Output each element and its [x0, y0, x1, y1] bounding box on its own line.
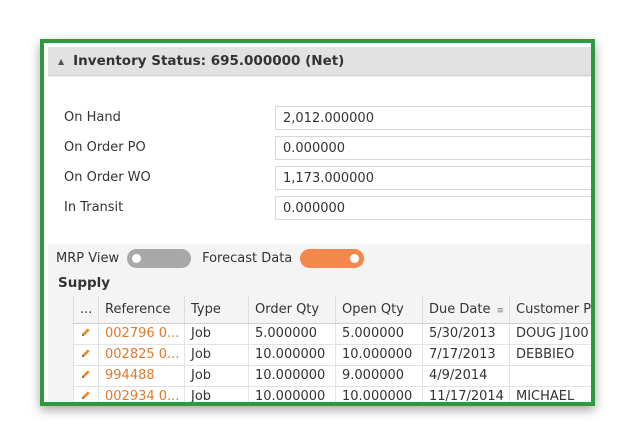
edit-cell[interactable] — [73, 365, 99, 387]
column-header-reference[interactable]: Reference — [98, 296, 185, 324]
field-row-in-transit: In Transit 0.000000 — [48, 196, 591, 220]
toggle-knob-icon — [132, 253, 142, 263]
supply-table: ... Reference Type Order Qty Open Qty Du… — [73, 296, 591, 402]
table-row: 002934 0... Job 10.000000 10.000000 11/1… — [73, 386, 591, 402]
inventory-status-title: Inventory Status: 695.000000 (Net) — [73, 53, 345, 69]
inventory-fields: On Hand 2,012.000000 On Order PO 0.00000… — [48, 77, 591, 244]
open-qty-cell: 5.000000 — [335, 323, 423, 345]
table-row: 002825 0... Job 10.000000 10.000000 7/17… — [73, 344, 591, 366]
reference-link[interactable]: 002796 0... — [98, 323, 185, 345]
due-date-cell: 4/9/2014 — [422, 365, 510, 387]
type-cell: Job — [184, 344, 249, 366]
forecast-data-toggle[interactable] — [300, 248, 365, 268]
on-hand-field[interactable]: 2,012.000000 — [275, 106, 591, 130]
type-cell: Job — [184, 323, 249, 345]
collapse-triangle-icon[interactable]: ▲ — [58, 57, 64, 66]
customer-cell — [509, 365, 591, 387]
field-row-on-order-po: On Order PO 0.000000 — [48, 136, 591, 160]
open-qty-cell: 10.000000 — [335, 344, 423, 366]
due-date-header-label: Due Date — [429, 301, 491, 317]
table-header-row: ... Reference Type Order Qty Open Qty Du… — [73, 296, 591, 324]
column-header-order-qty[interactable]: Order Qty — [248, 296, 336, 324]
due-date-cell: 5/30/2013 — [422, 323, 510, 345]
customer-cell: MICHAEL — [509, 386, 591, 402]
pencil-icon[interactable] — [81, 327, 91, 337]
field-row-on-hand: On Hand 2,012.000000 — [48, 106, 591, 130]
due-date-cell: 7/17/2013 — [422, 344, 510, 366]
on-order-po-label: On Order PO — [64, 140, 146, 155]
field-row-on-order-wo: On Order WO 1,173.000000 — [48, 166, 591, 190]
reference-link[interactable]: 002934 0... — [98, 386, 185, 402]
column-header-type[interactable]: Type — [184, 296, 249, 324]
pencil-icon[interactable] — [81, 390, 91, 400]
customer-cell: DOUG J100 — [509, 323, 591, 345]
in-transit-field[interactable]: 0.000000 — [275, 196, 591, 220]
forecast-data-label: Forecast Data — [202, 250, 293, 266]
edit-cell[interactable] — [73, 386, 99, 402]
table-row: 994488 Job 10.000000 9.000000 4/9/2014 — [73, 365, 591, 387]
reference-link[interactable]: 994488 — [98, 365, 185, 387]
mrp-view-label: MRP View — [56, 250, 120, 266]
column-header-actions[interactable]: ... — [73, 296, 99, 324]
order-qty-cell: 10.000000 — [248, 365, 336, 387]
on-order-wo-label: On Order WO — [64, 170, 151, 185]
view-toggles: MRP View Forecast Data — [48, 244, 591, 272]
edit-cell[interactable] — [73, 344, 99, 366]
customer-cell: DEBBIEO — [509, 344, 591, 366]
supply-title: Supply — [58, 275, 111, 291]
sort-indicator-icon[interactable]: ≡ — [496, 306, 504, 316]
order-qty-cell: 10.000000 — [248, 344, 336, 366]
on-order-po-field[interactable]: 0.000000 — [275, 136, 591, 160]
toggle-knob-icon — [350, 253, 360, 263]
column-header-customer[interactable]: Customer P — [509, 296, 591, 324]
type-cell: Job — [184, 386, 249, 402]
order-qty-cell: 10.000000 — [248, 386, 336, 402]
due-date-cell: 11/17/2014 — [422, 386, 510, 402]
highlight-frame: ▲ Inventory Status: 695.000000 (Net) On … — [40, 39, 595, 406]
open-qty-cell: 10.000000 — [335, 386, 423, 402]
column-header-open-qty[interactable]: Open Qty — [335, 296, 423, 324]
inventory-panel: ▲ Inventory Status: 695.000000 (Net) On … — [48, 47, 591, 402]
table-row: 002796 0... Job 5.000000 5.000000 5/30/2… — [73, 323, 591, 345]
pencil-icon[interactable] — [81, 348, 91, 358]
in-transit-label: In Transit — [64, 200, 124, 215]
order-qty-cell: 5.000000 — [248, 323, 336, 345]
type-cell: Job — [184, 365, 249, 387]
mrp-view-toggle[interactable] — [127, 248, 192, 268]
on-hand-label: On Hand — [64, 110, 121, 125]
pencil-icon[interactable] — [81, 369, 91, 379]
edit-cell[interactable] — [73, 323, 99, 345]
reference-link[interactable]: 002825 0... — [98, 344, 185, 366]
open-qty-cell: 9.000000 — [335, 365, 423, 387]
inventory-status-header[interactable]: ▲ Inventory Status: 695.000000 (Net) — [48, 47, 591, 76]
on-order-wo-field[interactable]: 1,173.000000 — [275, 166, 591, 190]
column-header-due-date[interactable]: Due Date ≡ — [422, 296, 510, 324]
